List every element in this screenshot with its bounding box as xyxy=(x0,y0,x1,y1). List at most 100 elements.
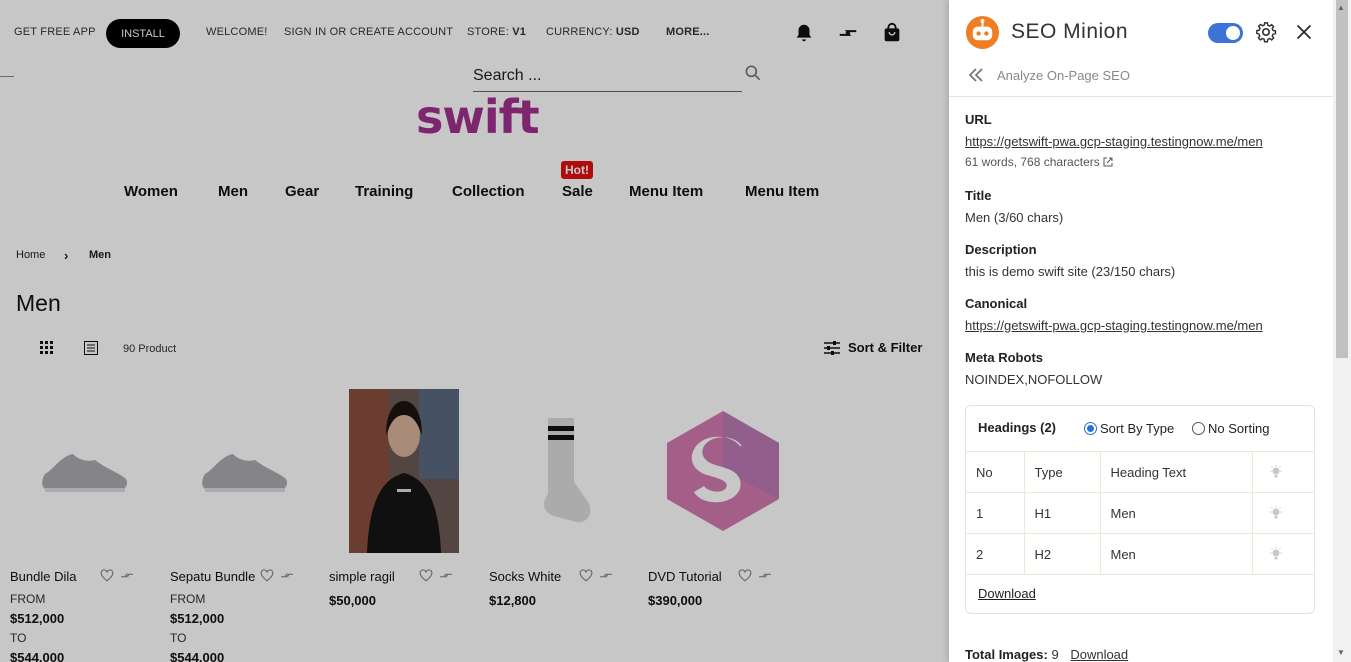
store-label: STORE: xyxy=(467,26,509,38)
heart-icon[interactable] xyxy=(419,569,433,582)
no-sorting-label: No Sorting xyxy=(1208,421,1270,436)
nav-training[interactable]: Training xyxy=(355,183,413,200)
highlight-cell[interactable] xyxy=(1252,492,1315,534)
nav-gear[interactable]: Gear xyxy=(285,183,319,200)
product-image[interactable] xyxy=(648,388,798,553)
product-name[interactable]: Socks White xyxy=(489,569,561,584)
store-selector[interactable]: STORE: V1 xyxy=(467,26,526,38)
heart-icon[interactable] xyxy=(260,569,274,582)
compare-icon[interactable] xyxy=(280,569,294,582)
currency-selector[interactable]: CURRENCY: USD xyxy=(546,26,640,38)
column-header[interactable]: No xyxy=(966,451,1025,493)
list-view-icon[interactable] xyxy=(84,341,98,355)
compare-icon[interactable] xyxy=(599,569,613,582)
divider xyxy=(0,76,14,77)
title-value: Men (3/60 chars) xyxy=(965,210,1064,225)
price-from-label: FROM xyxy=(10,592,46,606)
total-images-label: Total Images: xyxy=(965,647,1048,662)
product-image[interactable] xyxy=(489,388,639,553)
url-link[interactable]: https://getswift-pwa.gcp-staging.testing… xyxy=(965,134,1263,149)
description-label: Description xyxy=(965,242,1037,257)
heart-icon[interactable] xyxy=(100,569,114,582)
panel-header: SEO Minion Analyze On-Page SEO xyxy=(949,0,1333,97)
product-image[interactable] xyxy=(170,388,320,553)
shopping-bag-icon[interactable] xyxy=(881,22,903,44)
currency-label: CURRENCY: xyxy=(546,26,613,38)
product-image[interactable] xyxy=(329,388,479,553)
top-bar: GET FREE APP INSTALL WELCOME! SIGN IN OR… xyxy=(0,0,949,66)
heart-icon[interactable] xyxy=(579,569,593,582)
meta-robots-value: NOINDEX,NOFOLLOW xyxy=(965,372,1103,387)
column-header[interactable]: Heading Text xyxy=(1100,451,1253,493)
meta-robots-label: Meta Robots xyxy=(965,350,1043,365)
product-card[interactable]: Sepatu Bundle FROM $512,000 TO $544,000 xyxy=(170,388,320,662)
scrollbar-thumb[interactable] xyxy=(1336,0,1348,358)
product-actions xyxy=(100,569,134,582)
hot-badge: Hot! xyxy=(561,161,593,179)
close-icon[interactable] xyxy=(1293,21,1315,43)
compare-icon[interactable] xyxy=(758,569,772,582)
price-to: $544,000 xyxy=(10,650,65,662)
sign-in-link[interactable]: SIGN IN OR CREATE ACCOUNT xyxy=(284,26,453,38)
table-row: 1 H1 Men xyxy=(966,492,1315,534)
nav-men[interactable]: Men xyxy=(218,183,248,200)
bell-icon[interactable] xyxy=(793,22,815,44)
scroll-up-arrow[interactable]: ▲ xyxy=(1337,3,1345,12)
product-name[interactable]: Bundle Dila xyxy=(10,569,77,584)
product-card[interactable]: DVD Tutorial $390,000 xyxy=(648,388,798,608)
price-from-label: FROM xyxy=(170,592,206,606)
breadcrumb-home[interactable]: Home xyxy=(16,249,45,261)
nav-sale[interactable]: Sale xyxy=(562,183,593,200)
more-menu[interactable]: MORE... xyxy=(666,26,710,38)
sort-by-type-radio[interactable]: Sort By Type xyxy=(1084,421,1174,436)
product-price: $50,000 xyxy=(329,593,376,608)
compare-icon[interactable] xyxy=(837,22,859,44)
no-sorting-radio[interactable]: No Sorting xyxy=(1192,421,1269,436)
compare-icon[interactable] xyxy=(439,569,453,582)
scroll-down-arrow[interactable]: ▼ xyxy=(1337,648,1345,657)
panel-title: SEO Minion xyxy=(1011,20,1129,43)
heading-text: Men xyxy=(1100,492,1253,534)
nav-menu-item-2[interactable]: Menu Item xyxy=(745,183,819,200)
heart-icon[interactable] xyxy=(738,569,752,582)
product-name[interactable]: DVD Tutorial xyxy=(648,569,722,584)
shop-page: GET FREE APP INSTALL WELCOME! SIGN IN OR… xyxy=(0,0,949,662)
nav-women[interactable]: Women xyxy=(124,183,178,200)
highlight-cell[interactable] xyxy=(1252,533,1315,575)
headings-download-link[interactable]: Download xyxy=(978,586,1036,601)
nav-menu-item-1[interactable]: Menu Item xyxy=(629,183,703,200)
chevron-right-icon: › xyxy=(64,248,69,263)
sort-filter-button[interactable]: Sort & Filter xyxy=(824,340,922,355)
double-chevron-left-icon[interactable] xyxy=(967,66,985,84)
grid-view-icon[interactable] xyxy=(40,341,54,355)
lightbulb-icon xyxy=(1269,547,1282,560)
product-card[interactable]: Bundle Dila FROM $512,000 TO $544,000 xyxy=(10,388,160,662)
highlight-column[interactable] xyxy=(1252,451,1315,493)
swift-s-logo-image xyxy=(667,410,779,531)
product-actions xyxy=(738,569,772,582)
external-link-icon[interactable] xyxy=(1103,157,1113,167)
canonical-link[interactable]: https://getswift-pwa.gcp-staging.testing… xyxy=(965,318,1263,333)
price-from: $512,000 xyxy=(10,611,65,626)
search-icon[interactable] xyxy=(743,63,763,83)
images-download-link[interactable]: Download xyxy=(1070,647,1128,662)
gear-icon[interactable] xyxy=(1255,21,1277,43)
swift-logo[interactable]: swift xyxy=(416,90,540,144)
sock-image xyxy=(544,417,591,522)
enable-toggle[interactable] xyxy=(1208,23,1243,43)
product-card[interactable]: Socks White $12,800 xyxy=(489,388,639,608)
product-name[interactable]: simple ragil xyxy=(329,569,395,584)
product-price: $390,000 xyxy=(648,593,703,608)
url-section: URL https://getswift-pwa.gcp-staging.tes… xyxy=(965,112,1263,169)
nav-collection[interactable]: Collection xyxy=(452,183,525,200)
compare-icon[interactable] xyxy=(120,569,134,582)
install-button[interactable]: INSTALL xyxy=(106,19,180,48)
get-free-app-link[interactable]: GET FREE APP xyxy=(14,26,96,38)
price-to-label: TO xyxy=(10,631,27,645)
product-card[interactable]: simple ragil $50,000 xyxy=(329,388,479,608)
product-image[interactable] xyxy=(10,388,160,553)
search-input[interactable]: Search ... xyxy=(473,64,742,92)
product-name[interactable]: Sepatu Bundle xyxy=(170,569,255,584)
column-header[interactable]: Type xyxy=(1024,451,1101,493)
description-section: Description this is demo swift site (23/… xyxy=(965,242,1175,279)
